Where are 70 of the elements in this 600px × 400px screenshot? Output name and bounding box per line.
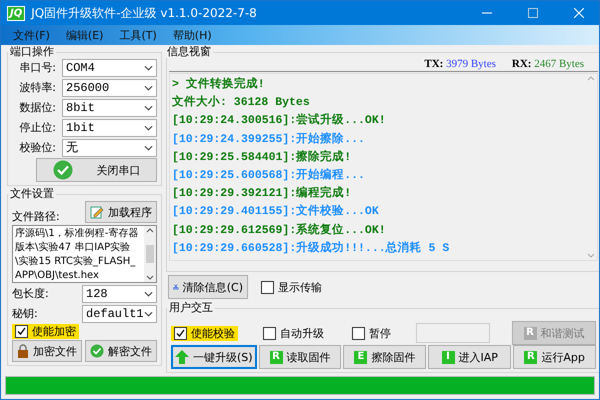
- option-checkbox-label[interactable]: 自动升级: [260, 326, 327, 340]
- log-line: [10:29:29.660528]:升级成功!!!...总消耗 5 S: [172, 240, 450, 257]
- app-logo: JQ: [7, 6, 26, 20]
- menu-item[interactable]: 文件(F): [7, 28, 56, 42]
- check-circle-icon: [90, 344, 104, 358]
- checkbox[interactable]: [174, 326, 187, 340]
- dropdown[interactable]: 128: [82, 284, 157, 302]
- maximize-icon: [528, 8, 538, 18]
- option-checkbox-label[interactable]: 暂停: [349, 326, 394, 340]
- rx-counter: RX: 2467 Bytes: [512, 58, 584, 70]
- panel-title: 文件设置: [9, 188, 55, 200]
- action-button[interactable]: E 擦除固件: [343, 345, 426, 369]
- action-button[interactable]: 一键升级(S): [171, 345, 257, 369]
- letter-icon: I: [442, 350, 455, 364]
- panel-title: 信息视窗: [166, 46, 212, 58]
- action-button[interactable]: I 进入IAP: [428, 345, 512, 369]
- log-line: [10:29:24.300516]:尝试升级...OK!: [172, 112, 386, 130]
- field-label: 数据位:: [18, 100, 56, 115]
- load-program-button[interactable]: 加载程序: [85, 201, 157, 223]
- field-label: 秘钥:: [12, 306, 39, 321]
- show-transfer-checkbox-label[interactable]: 显示传输: [258, 280, 325, 294]
- clear-log-button[interactable]: 清除信息(C): [168, 275, 248, 299]
- panel-title: 端口操作: [9, 46, 55, 58]
- menu-item[interactable]: 工具(T): [113, 28, 163, 42]
- encrypt-file-button[interactable]: 加密文件: [12, 340, 82, 362]
- dropdown[interactable]: COM4: [62, 58, 157, 76]
- action-button[interactable]: R 读取固件: [258, 345, 342, 369]
- log-line: [10:29:25.600568]:开始编程...: [172, 167, 365, 184]
- checkbox[interactable]: [352, 326, 365, 340]
- letter-icon: R: [524, 350, 538, 364]
- field-label: 校验位:: [18, 140, 56, 155]
- panel-title: 用户交互: [168, 302, 214, 314]
- padlock-icon: [17, 344, 29, 358]
- checkbox[interactable]: [15, 325, 28, 338]
- option-checkbox-label[interactable]: 使能校验: [171, 326, 238, 340]
- window-title: JQ固件升级软件-企业级 v1.1.0-2022-7-8: [31, 4, 258, 22]
- encrypt-checkbox-label[interactable]: 使能加密: [12, 324, 79, 339]
- checkbox[interactable]: [261, 280, 274, 294]
- close-icon: [574, 8, 584, 18]
- decrypt-file-button[interactable]: 解密文件: [85, 340, 157, 362]
- checkbox[interactable]: [263, 326, 276, 340]
- input-field[interactable]: [416, 323, 490, 343]
- log-line: [10:29:25.584401]:擦除完成!: [172, 149, 352, 166]
- field-label: 串口号:: [18, 60, 56, 75]
- field-label: 文件路径:: [12, 209, 60, 224]
- dropdown[interactable]: 8bit: [62, 98, 157, 116]
- menu-item[interactable]: 帮助(H): [166, 28, 218, 42]
- letter-icon: R: [524, 326, 536, 340]
- log-line: [10:29:24.399255]:开始擦除...: [172, 131, 365, 148]
- dropdown[interactable]: 256000: [62, 78, 157, 96]
- letter-icon: R: [270, 350, 282, 364]
- log-line: [10:29:29.392121]:编程完成!: [172, 185, 352, 202]
- action-button[interactable]: R 运行App: [513, 345, 596, 369]
- letter-icon: E: [354, 350, 368, 364]
- field-label: 波特率:: [18, 80, 56, 95]
- field-label: 停止位:: [18, 120, 56, 135]
- log-line: > 文件转换完成!: [172, 76, 265, 93]
- notepad-pencil-icon: [90, 205, 104, 219]
- dropdown[interactable]: 无: [62, 138, 157, 156]
- dropdown[interactable]: default1: [82, 304, 157, 322]
- tx-counter: TX: 3979 Bytes: [424, 58, 496, 70]
- log-line: 文件大小: 36128 Bytes: [172, 94, 310, 112]
- field-label: 包长度:: [12, 286, 50, 301]
- dropdown[interactable]: 1bit: [62, 118, 157, 136]
- log-line: [10:29:29.612569]:系统复位...OK!: [172, 222, 386, 239]
- close-port-button[interactable]: 关闭串口: [36, 158, 157, 182]
- menu-item[interactable]: 编辑(E): [60, 28, 110, 42]
- check-circle-icon: [52, 160, 72, 180]
- up-arrow-icon: [175, 350, 189, 364]
- log-line: [10:29:29.401155]:文件校验...OK: [172, 203, 379, 220]
